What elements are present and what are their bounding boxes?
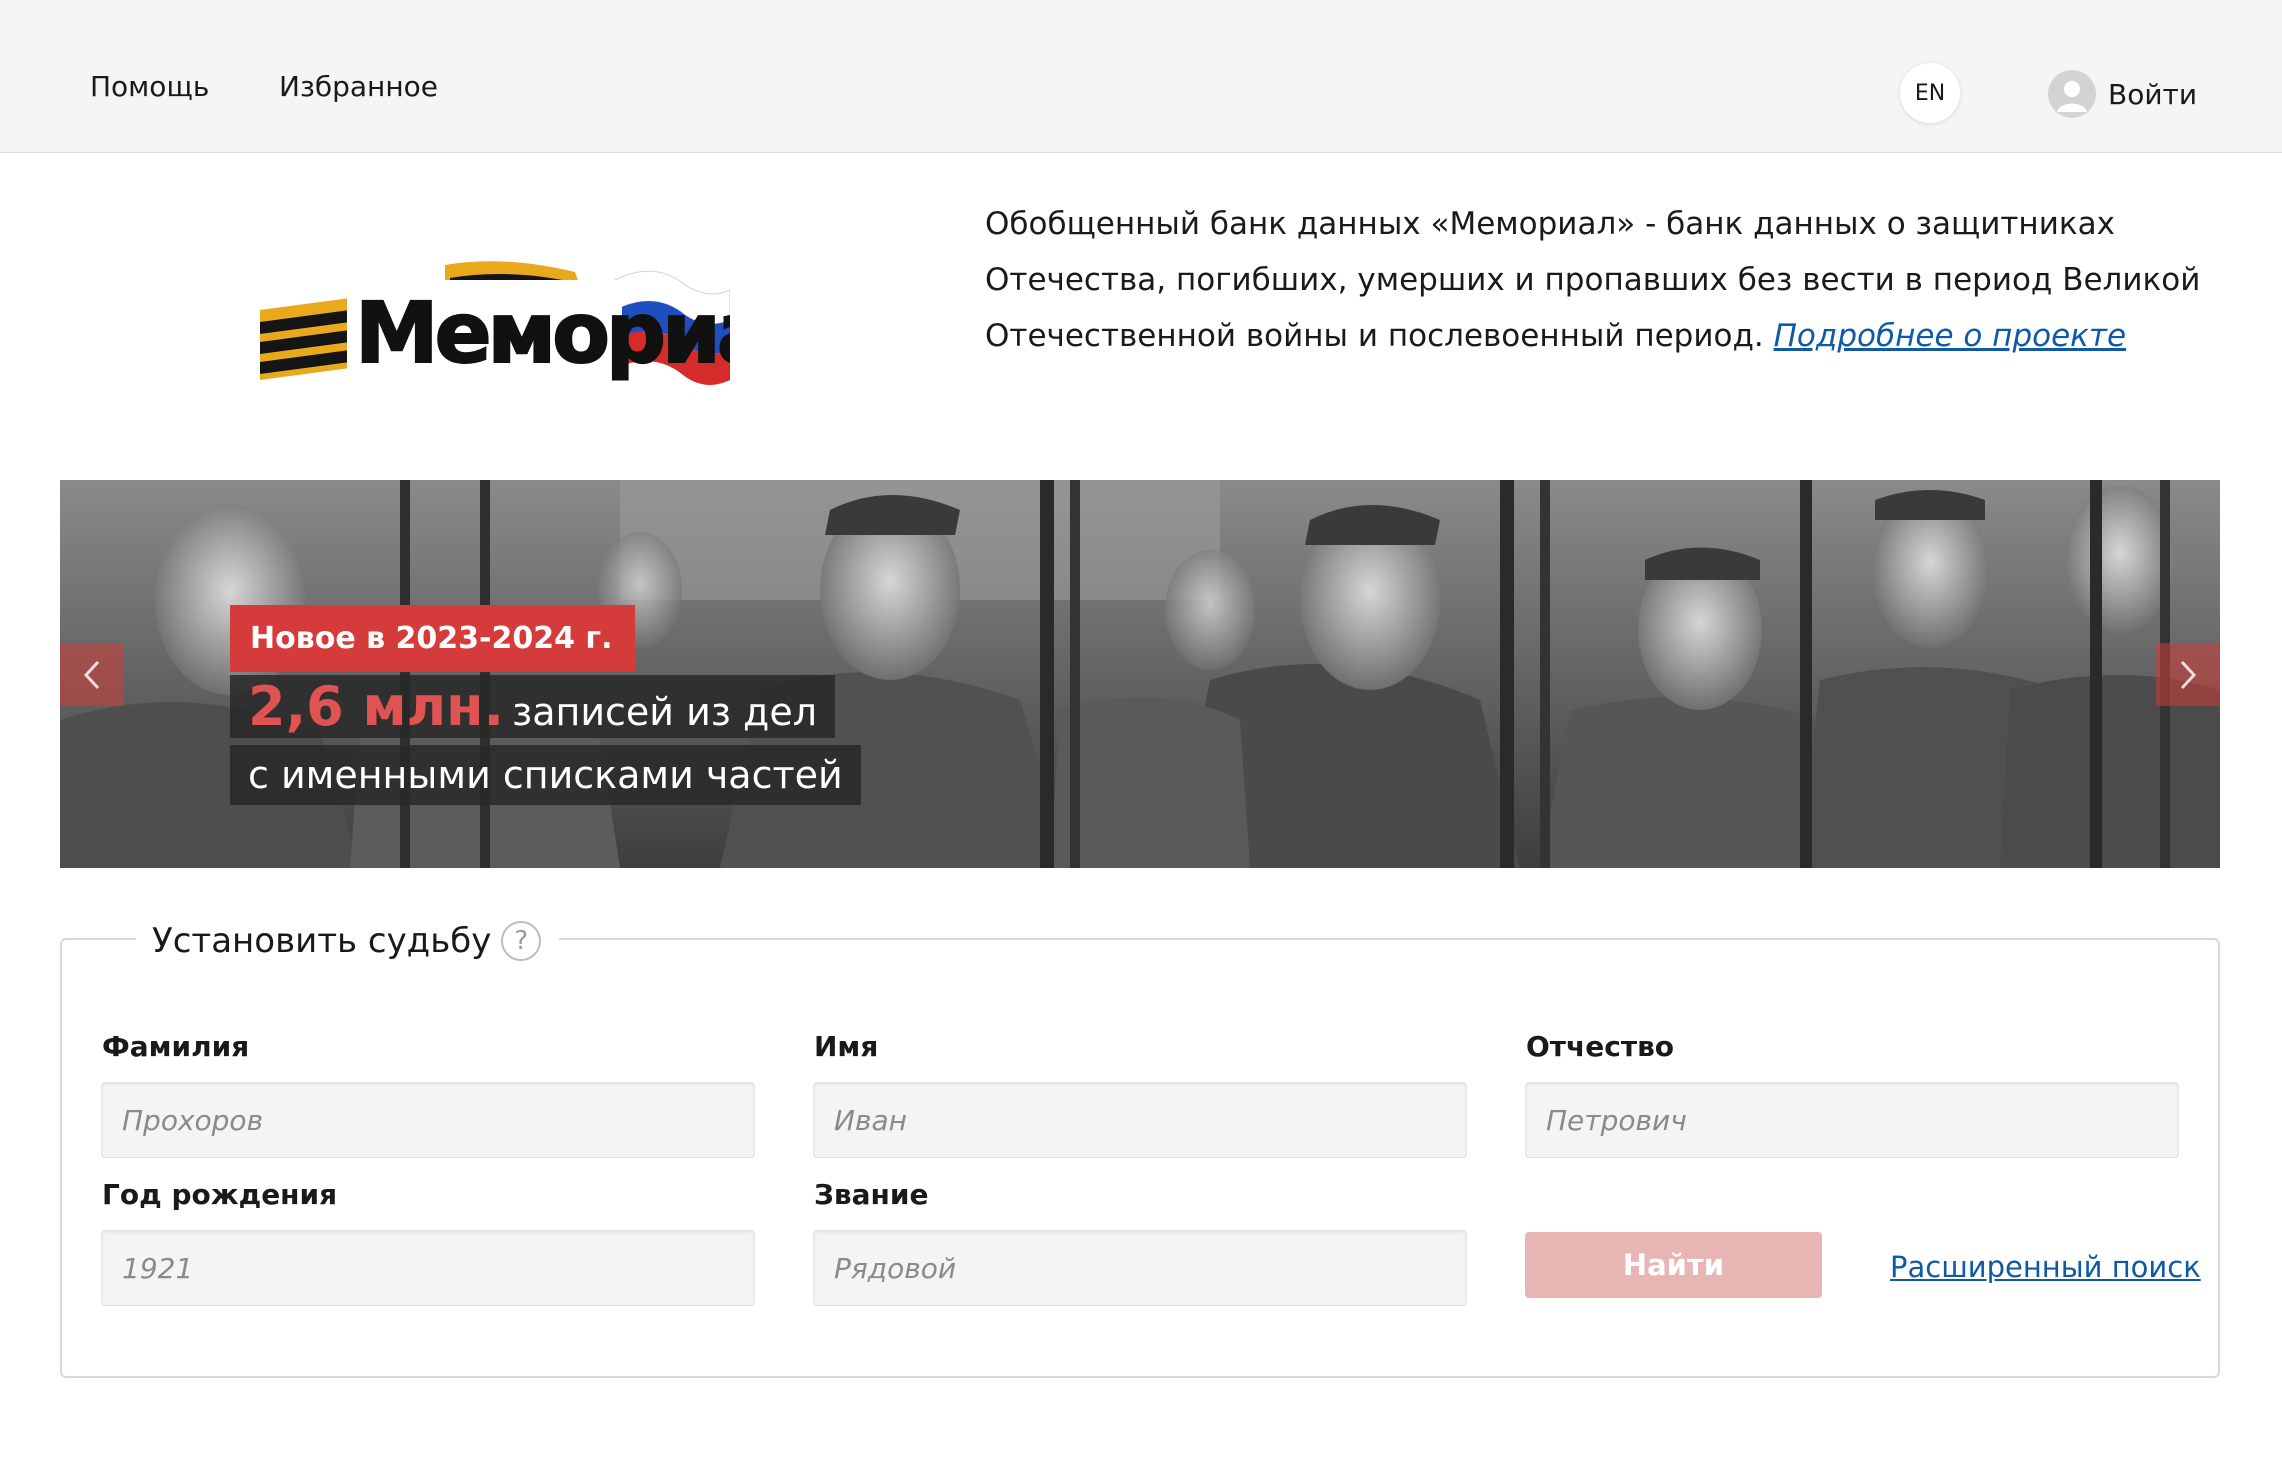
project-description: Обобщенный банк данных «Мемориал» - банк… (985, 196, 2235, 364)
nav-favorites-link[interactable]: Избранное (279, 70, 438, 103)
memorial-logo-graphic: Мемориал (260, 261, 832, 385)
banner-caption-line1-text: записей из дел (511, 690, 817, 734)
help-icon[interactable]: ? (501, 921, 542, 961)
login-label: Войти (2108, 77, 2198, 111)
first-name-label: Имя (814, 1030, 879, 1063)
search-submit-button[interactable]: Найти (1525, 1232, 1822, 1298)
birth-year-label: Год рождения (102, 1178, 338, 1211)
chevron-right-icon (2180, 660, 2197, 689)
rank-input[interactable] (813, 1230, 1467, 1306)
banner-prev-button[interactable] (60, 643, 124, 706)
birth-year-input[interactable] (101, 1230, 755, 1306)
banner-caption-line2: с именными списками частей (230, 745, 861, 805)
banner-highlight-number: 2,6 млн. (248, 675, 504, 738)
user-avatar-icon (2048, 70, 2096, 118)
search-form-title: Установить судьбу ? (136, 916, 560, 966)
patronymic-label: Отчество (1526, 1030, 1675, 1063)
memorial-logo[interactable]: Мемориал (255, 250, 832, 400)
banner-next-button[interactable] (2156, 643, 2220, 706)
patronymic-input[interactable] (1525, 1082, 2179, 1158)
banner-caption-line1: 2,6 млн. записей из дел (230, 675, 835, 738)
surname-label: Фамилия (102, 1030, 250, 1063)
language-toggle-button[interactable]: EN (1900, 63, 1960, 123)
login-button[interactable]: Войти (2048, 66, 2197, 122)
surname-input[interactable] (101, 1082, 755, 1158)
advanced-search-link[interactable]: Расширенный поиск (1890, 1250, 2201, 1284)
soldiers-photo (60, 480, 2220, 868)
first-name-input[interactable] (813, 1082, 1467, 1158)
chevron-left-icon (83, 660, 100, 689)
search-form-title-text: Установить судьбу (152, 921, 492, 961)
search-form-box (60, 938, 2220, 1378)
about-project-link[interactable]: Подробнее о проекте (1774, 318, 2126, 354)
banner-badge: Новое в 2023-2024 г. (230, 605, 635, 672)
hero-banner[interactable]: Новое в 2023-2024 г. 2,6 млн. записей из … (60, 480, 2220, 868)
top-navbar: Помощь Избранное EN Войти (0, 0, 2282, 153)
memorial-logo-text: Мемориал (355, 284, 730, 382)
nav-help-link[interactable]: Помощь (90, 70, 209, 103)
rank-label: Звание (814, 1178, 929, 1211)
